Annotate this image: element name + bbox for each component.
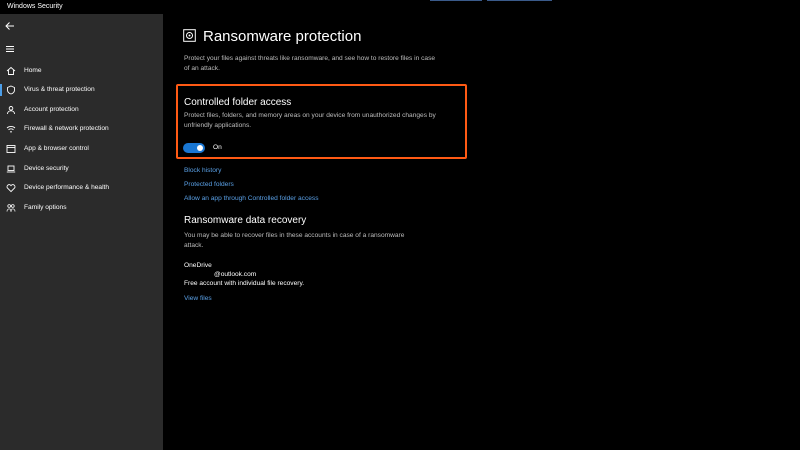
recovery-description: You may be able to recover files in thes… xyxy=(184,232,405,249)
section-heading-controlled-folder-access: Controlled folder access xyxy=(184,97,292,108)
family-icon xyxy=(6,203,16,213)
toggle-knob xyxy=(197,145,203,151)
title-bar: Windows Security xyxy=(0,0,800,14)
laptop-icon xyxy=(6,164,16,174)
sidebar-item-label: Device security xyxy=(24,165,69,172)
sidebar-item-label: Virus & threat protection xyxy=(24,86,95,93)
sidebar-item-family-options[interactable]: Family options xyxy=(0,199,163,217)
toggle-state-label: On xyxy=(213,144,222,151)
titlebar-accent-line xyxy=(430,0,482,1)
sidebar-item-label: Account protection xyxy=(24,106,79,113)
back-arrow-icon xyxy=(5,22,14,30)
titlebar-accent-line xyxy=(487,0,552,1)
sidebar-item-device-performance-health[interactable]: Device performance & health xyxy=(0,179,163,197)
shield-icon xyxy=(6,85,16,95)
allow-app-link[interactable]: Allow an app through Controlled folder a… xyxy=(184,195,319,202)
back-button[interactable] xyxy=(4,19,18,33)
page-title: Ransomware protection xyxy=(203,28,362,45)
sidebar-item-label: Family options xyxy=(24,204,67,211)
sidebar-item-virus-threat-protection[interactable]: Virus & threat protection xyxy=(0,81,163,99)
sidebar-item-app-browser-control[interactable]: App & browser control xyxy=(0,140,163,158)
main-content: Ransomware protection Protect your files… xyxy=(163,14,800,450)
home-icon xyxy=(6,66,16,76)
ransomware-icon xyxy=(183,29,196,42)
sidebar-item-label: App & browser control xyxy=(24,145,89,152)
recovery-account: @outlook.com xyxy=(214,271,257,278)
cfa-description: Protect files, folders, and memory areas… xyxy=(184,112,436,129)
view-files-link[interactable]: View files xyxy=(184,295,212,302)
sidebar-item-device-security[interactable]: Device security xyxy=(0,160,163,178)
protected-folders-link[interactable]: Protected folders xyxy=(184,181,234,188)
menu-button[interactable] xyxy=(4,42,18,56)
app-window-icon xyxy=(6,144,16,154)
section-heading-ransomware-data-recovery: Ransomware data recovery xyxy=(184,215,307,226)
person-icon xyxy=(6,105,16,115)
sidebar-item-account-protection[interactable]: Account protection xyxy=(0,101,163,119)
sidebar-item-label: Device performance & health xyxy=(24,184,110,191)
active-indicator xyxy=(0,84,2,96)
wifi-icon xyxy=(6,124,16,134)
sidebar: Home Virus & threat protection Account p… xyxy=(0,14,163,450)
sidebar-item-label: Home xyxy=(24,67,42,74)
sidebar-item-firewall-network-protection[interactable]: Firewall & network protection xyxy=(0,120,163,138)
sidebar-item-home[interactable]: Home xyxy=(0,62,163,80)
cfa-toggle[interactable] xyxy=(183,143,205,153)
recovery-plan: Free account with individual file recove… xyxy=(184,280,305,287)
heart-icon xyxy=(6,183,16,193)
sidebar-item-label: Firewall & network protection xyxy=(24,125,109,132)
block-history-link[interactable]: Block history xyxy=(184,167,221,174)
window-title: Windows Security xyxy=(7,3,63,10)
page-description: Protect your files against threats like … xyxy=(184,55,436,72)
recovery-provider: OneDrive xyxy=(184,262,212,269)
hamburger-menu-icon xyxy=(6,46,14,52)
